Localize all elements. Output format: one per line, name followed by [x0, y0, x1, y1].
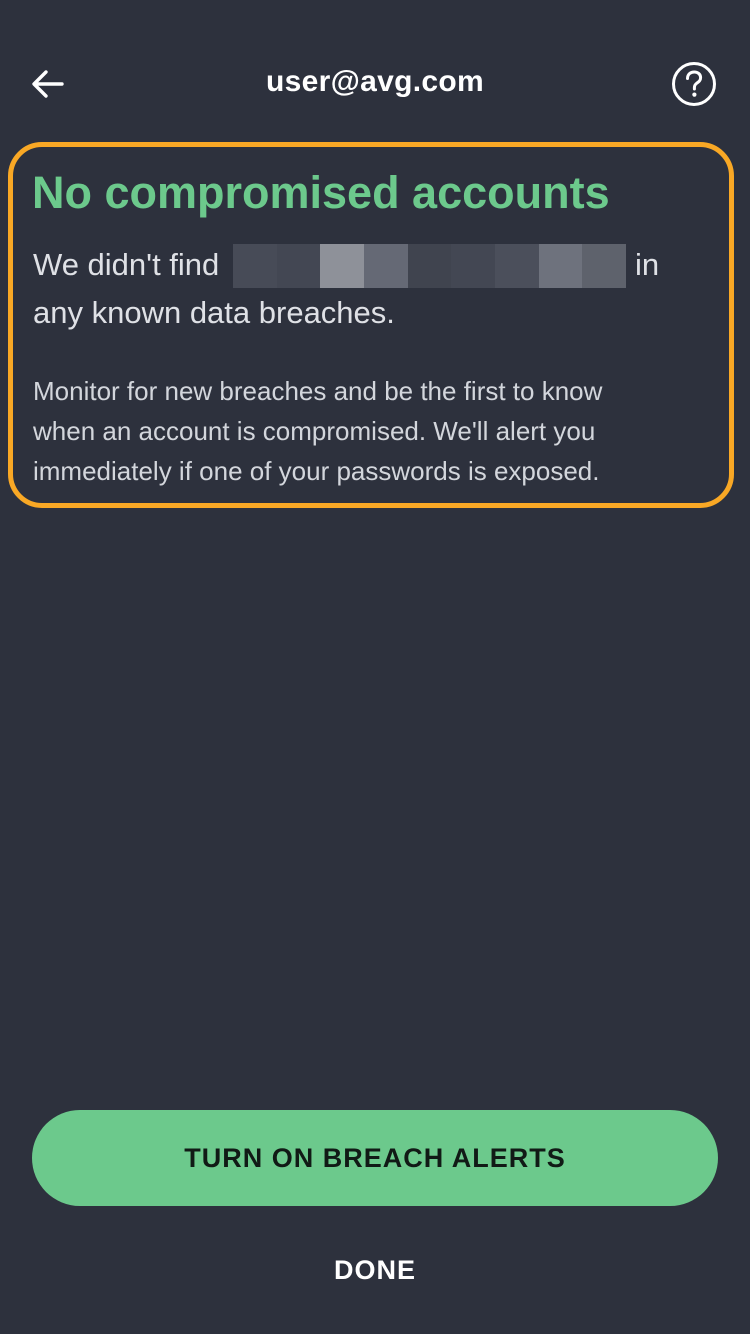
description-line: immediately if one of your passwords is … — [33, 456, 600, 486]
help-button[interactable] — [668, 58, 720, 110]
intro-text-suffix: in — [635, 247, 660, 282]
redacted-email — [233, 244, 627, 288]
result-heading: No compromised accounts — [32, 167, 610, 218]
question-circle-icon — [672, 62, 716, 106]
intro-text-prefix: We didn't find — [33, 247, 220, 282]
done-button[interactable]: DONE — [275, 1240, 475, 1300]
intro-text-line2: any known data breaches. — [33, 295, 395, 330]
page-title: user@avg.com — [266, 65, 484, 98]
description-line: Monitor for new breaches and be the firs… — [33, 376, 603, 406]
app-header: user@avg.com — [0, 0, 750, 165]
turn-on-breach-alerts-button[interactable]: TURN ON BREACH ALERTS — [32, 1110, 718, 1206]
description-line: when an account is compromised. We'll al… — [33, 416, 596, 446]
